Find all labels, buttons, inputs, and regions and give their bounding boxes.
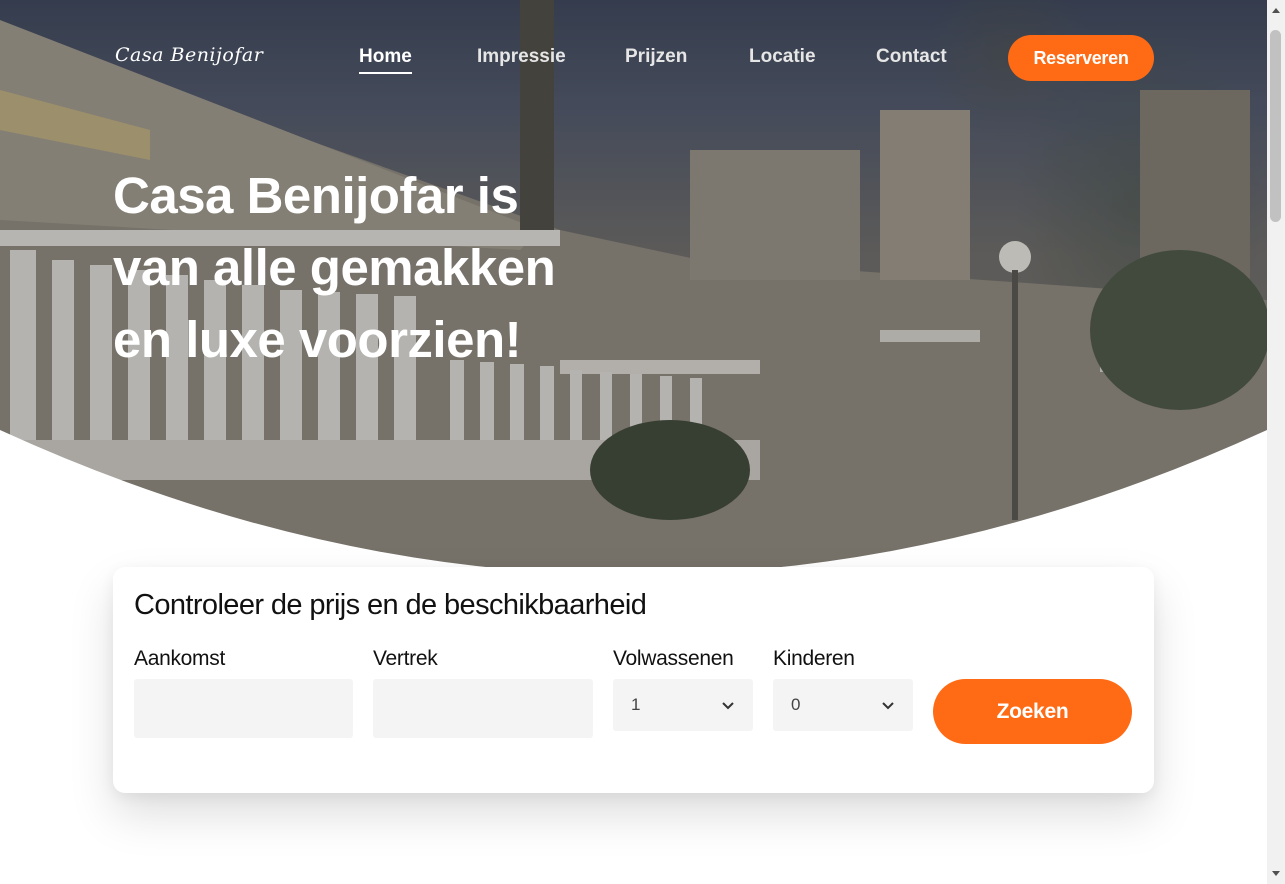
scroll-up-arrow-icon[interactable] (1271, 6, 1281, 16)
nav-link-prijzen[interactable]: Prijzen (625, 46, 687, 68)
arrival-date-input[interactable] (134, 679, 353, 738)
departure-label: Vertrek (373, 647, 438, 670)
adults-label: Volwassenen (613, 647, 734, 670)
hero-headline: Casa Benijofar is van alle gemakken en l… (113, 160, 633, 376)
children-selected-value: 0 (791, 695, 801, 714)
nav-link-home[interactable]: Home (359, 46, 412, 74)
adults-selected-value: 1 (631, 695, 641, 714)
scroll-down-arrow-icon[interactable] (1271, 868, 1281, 878)
departure-date-input[interactable] (373, 679, 593, 738)
nav-link-impressie[interactable]: Impressie (477, 46, 566, 68)
search-button[interactable]: Zoeken (933, 679, 1132, 744)
headline-line-2: van alle gemakken (113, 239, 556, 296)
booking-title: Controleer de prijs en de beschikbaarhei… (134, 589, 647, 621)
nav-link-contact[interactable]: Contact (876, 46, 947, 68)
adults-select[interactable]: 1 (613, 679, 753, 731)
scrollbar-thumb[interactable] (1270, 30, 1281, 222)
chevron-down-icon (722, 702, 734, 710)
reserve-button[interactable]: Reserveren (1008, 35, 1154, 81)
top-navigation: Casa Benijofar Home Impressie Prijzen Lo… (0, 0, 1267, 120)
arrival-label: Aankomst (134, 647, 225, 670)
chevron-down-icon (882, 702, 894, 710)
headline-line-3: en luxe voorzien! (113, 311, 522, 368)
booking-card: Controleer de prijs en de beschikbaarhei… (113, 567, 1154, 793)
children-label: Kinderen (773, 647, 855, 670)
children-select[interactable]: 0 (773, 679, 913, 731)
headline-line-1: Casa Benijofar is (113, 167, 519, 224)
site-logo[interactable]: Casa Benijofar (115, 44, 263, 66)
nav-link-locatie[interactable]: Locatie (749, 46, 816, 68)
page-scrollbar[interactable] (1267, 0, 1285, 884)
